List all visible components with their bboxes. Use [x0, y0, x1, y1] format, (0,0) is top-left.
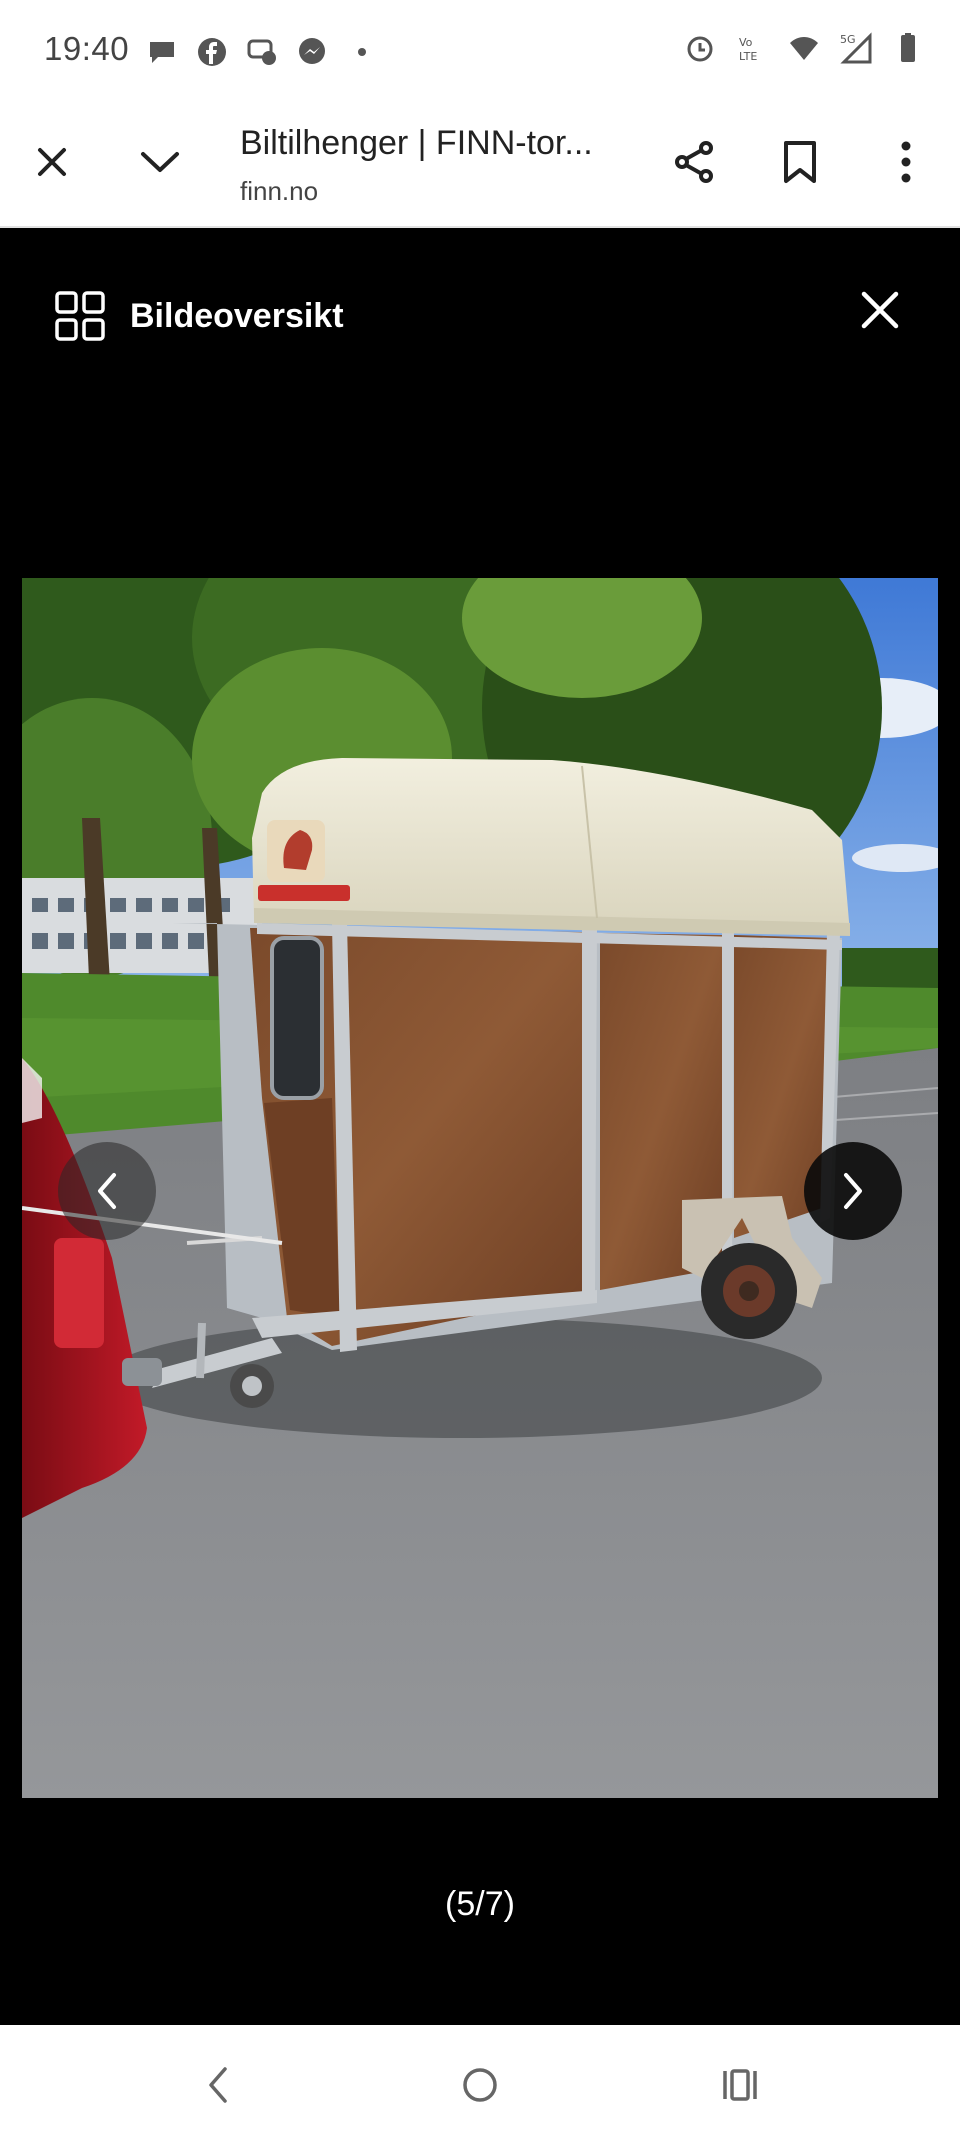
chat-bubble-icon — [150, 42, 174, 63]
battery-icon — [901, 33, 915, 62]
back-icon — [209, 2067, 227, 2103]
close-icon — [38, 148, 66, 176]
system-home-button[interactable] — [450, 2055, 510, 2115]
svg-text:5G: 5G — [840, 33, 856, 46]
image-gallery: Bildeoversikt (5/7) — [0, 230, 960, 2025]
notification-icons — [146, 36, 378, 68]
dot-icon — [358, 48, 366, 56]
svg-text:LTE: LTE — [739, 50, 757, 63]
previous-image-button[interactable] — [58, 1142, 156, 1240]
chevron-left-icon — [98, 1173, 116, 1209]
bookmark-button[interactable] — [768, 130, 832, 194]
gallery-photo[interactable] — [22, 578, 938, 1798]
svg-text:Vo: Vo — [739, 36, 753, 49]
facebook-icon — [198, 38, 226, 66]
more-vertical-icon — [901, 141, 911, 183]
status-bar: 19:40 Vo LTE 5G — [0, 0, 960, 100]
bookmark-icon — [784, 141, 816, 183]
share-icon — [675, 141, 713, 183]
share-button[interactable] — [662, 130, 726, 194]
image-counter: (5/7) — [445, 1885, 515, 1923]
more-menu-button[interactable] — [874, 130, 938, 194]
volte-icon: VoLTE — [739, 36, 757, 63]
home-icon — [463, 2068, 497, 2102]
alarm-icon — [687, 36, 713, 62]
next-image-button[interactable] — [804, 1142, 902, 1240]
close-tab-button[interactable] — [20, 130, 84, 194]
chevron-down-icon — [141, 152, 179, 172]
system-back-button[interactable] — [188, 2055, 248, 2115]
system-recents-button[interactable] — [710, 2055, 770, 2115]
grid-icon — [55, 291, 105, 341]
messenger-group-icon — [247, 39, 276, 65]
gallery-overview-label: Bildeoversikt — [130, 296, 344, 335]
system-nav-bar — [0, 2025, 960, 2133]
chevron-right-icon — [844, 1173, 862, 1209]
wifi-icon — [790, 37, 818, 60]
system-icons: Vo LTE 5G — [684, 32, 924, 64]
messenger-icon — [299, 38, 325, 64]
gallery-overview-link[interactable]: Bildeoversikt — [54, 290, 344, 342]
status-time: 19:40 — [44, 30, 130, 67]
gallery-close-button[interactable] — [852, 282, 908, 338]
page-url: finn.no — [240, 176, 319, 206]
recents-icon — [723, 2069, 757, 2101]
browser-toolbar: Biltilhenger | FINN-tor... finn.no — [0, 100, 960, 228]
page-title: Biltilhenger | FINN-tor... — [240, 124, 593, 162]
close-icon — [861, 291, 899, 329]
signal-5g-icon: 5G — [840, 32, 872, 64]
trailer-photo — [22, 578, 938, 1798]
minimize-button[interactable] — [128, 130, 192, 194]
